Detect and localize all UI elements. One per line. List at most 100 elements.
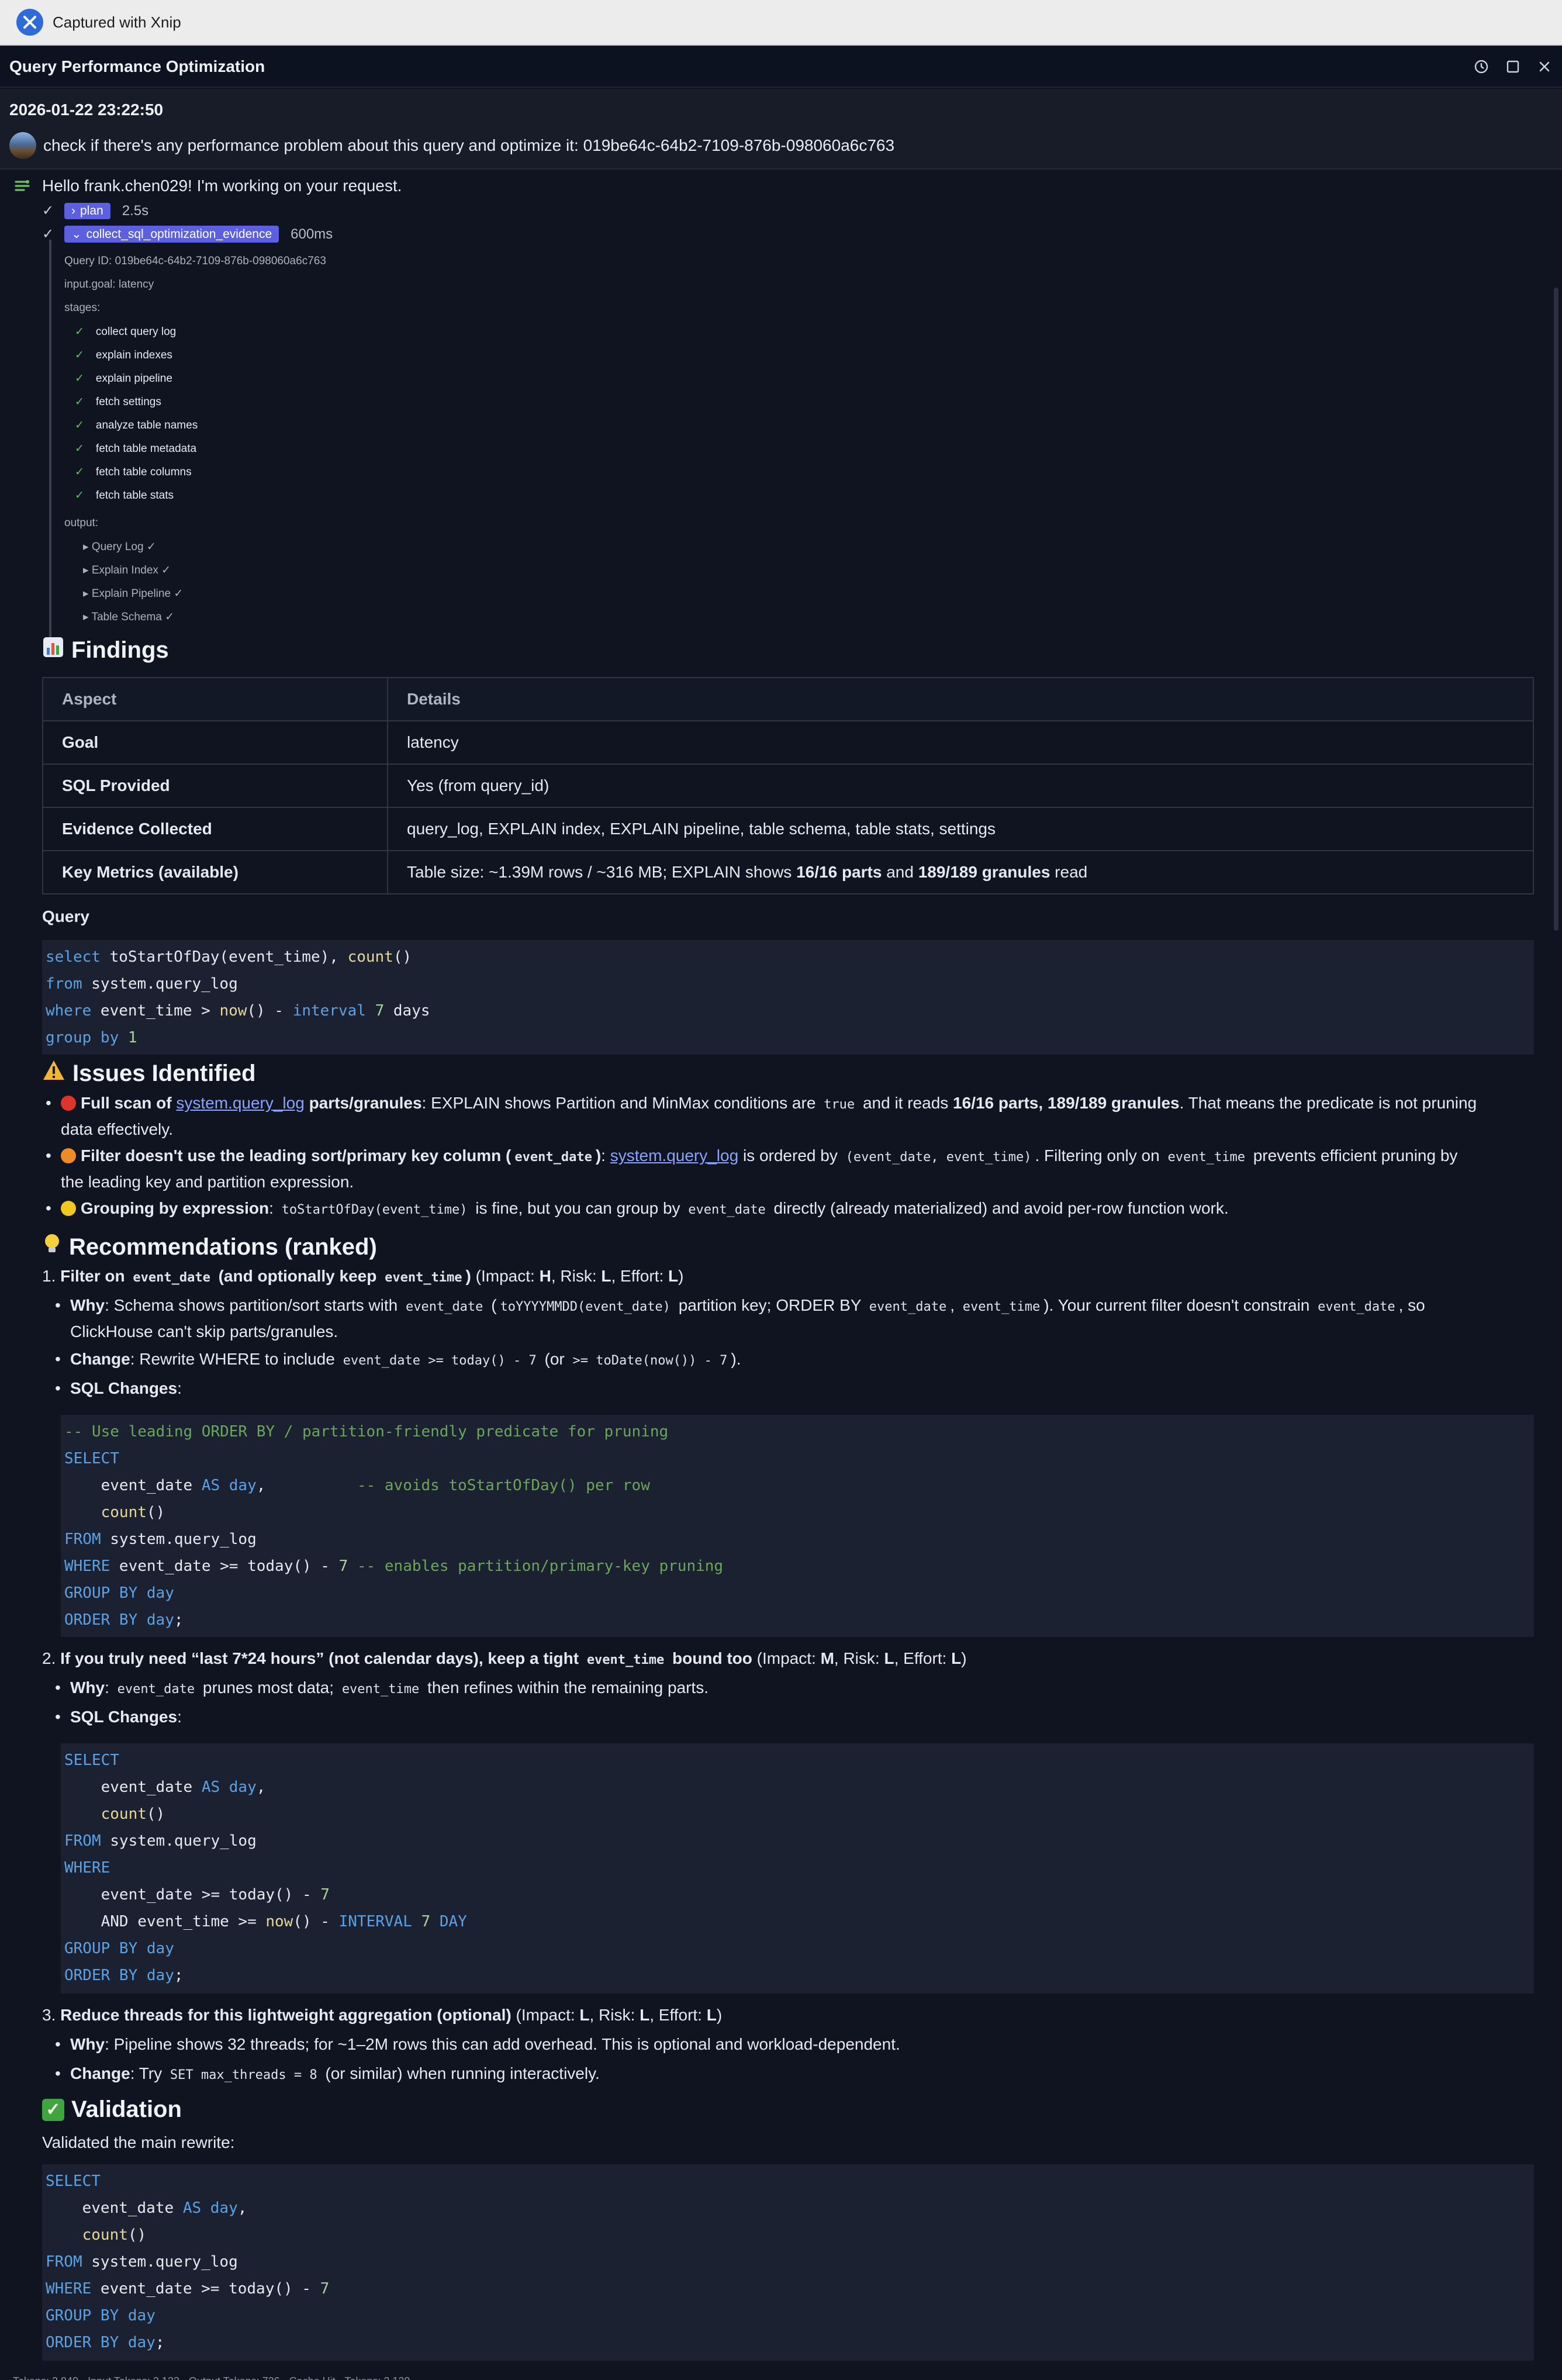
yellow-circle-icon [61, 1201, 76, 1216]
output-label: output: [64, 517, 99, 529]
check-icon: ✓ [75, 466, 84, 478]
chevron-down-icon: ⌄ [71, 227, 82, 241]
aspect-cell: Goal [42, 720, 388, 765]
step-collect-evidence[interactable]: ✓ ⌄ collect_sql_optimization_evidence 600… [42, 226, 333, 243]
rec-2-heading: 2. If you truly need “last 7*24 hours” (… [42, 1649, 967, 1667]
query-code-block: select toStartOfDay(event_time), count()… [42, 940, 1534, 1055]
table-header: Details [387, 677, 1534, 721]
assistant-greeting: Hello frank.chen029! I'm working on your… [13, 177, 402, 195]
stage-item: ✓ fetch table metadata [75, 443, 197, 455]
stage-item: ✓ explain indexes [75, 349, 172, 361]
rec-1-sql-label: SQL Changes: [55, 1376, 1532, 1401]
xnip-logo-icon [16, 9, 43, 36]
step-duration: 2.5s [122, 202, 149, 219]
rec-1-change: Change: Rewrite WHERE to include event_d… [55, 1347, 1532, 1373]
check-icon: ✓ [75, 419, 84, 431]
issue-item: Filter doesn't use the leading sort/prim… [46, 1144, 1534, 1194]
stages-label: stages: [64, 302, 101, 314]
check-icon: ✓ [75, 349, 84, 361]
details-cell: Table size: ~1.39M rows / ~316 MB; EXPLA… [387, 850, 1534, 894]
stage-item: ✓ fetch table stats [75, 489, 174, 502]
table-row: Key Metrics (available) Table size: ~1.3… [42, 850, 1534, 894]
scrollbar[interactable] [1554, 288, 1558, 931]
chart-icon [42, 636, 64, 664]
step-duration: 600ms [291, 226, 333, 242]
table-header: Aspect [42, 677, 388, 721]
warning-icon [42, 1059, 65, 1087]
table-link[interactable]: system.query_log [610, 1146, 738, 1165]
rec-3-change: Change: Try SET max_threads = 8 (or simi… [55, 2061, 1532, 2088]
avatar [9, 132, 36, 159]
issues-title: Issues Identified [72, 1060, 256, 1086]
rec-1-code-block: -- Use leading ORDER BY / partition-frie… [61, 1415, 1534, 1637]
validation-title: Validation [71, 2096, 182, 2122]
step-tag[interactable]: ⌄ collect_sql_optimization_evidence [64, 226, 279, 243]
step-plan[interactable]: ✓ › plan 2.5s [42, 202, 148, 219]
aspect-cell: Key Metrics (available) [42, 850, 388, 894]
history-icon[interactable] [1473, 58, 1490, 75]
findings-title: Findings [71, 637, 169, 663]
user-message: check if there's any performance problem… [9, 132, 894, 159]
capture-bar: Captured with Xnip [0, 0, 1562, 46]
issues-heading: Issues Identified [42, 1059, 255, 1087]
user-message-text: check if there's any performance problem… [43, 136, 895, 154]
findings-table: Aspect Details Goal latency SQL Provided Y… [42, 677, 1534, 894]
output-query-log[interactable]: ▸ Query Log ✓ [83, 540, 156, 554]
issue-item: Full scan of system.query_log parts/gran… [46, 1091, 1534, 1142]
query-id: Query ID: 019be64c-64b2-7109-876b-098060… [64, 255, 326, 267]
step-label: collect_sql_optimization_evidence [86, 227, 272, 241]
rec-2-why: Why: event_date prunes most data; event_… [55, 1676, 1532, 1702]
output-explain-pipeline[interactable]: ▸ Explain Pipeline ✓ [83, 587, 183, 600]
rec-2-code-block: SELECT event_date AS day, count() FROM s… [61, 1743, 1534, 1994]
findings-heading: Findings [42, 636, 169, 664]
check-icon: ✓ [75, 396, 84, 408]
timestamp: 2026-01-22 23:22:50 [9, 101, 164, 119]
window-title: Query Performance Optimization [9, 57, 265, 75]
chevron-right-icon: › [71, 203, 75, 217]
output-table-schema[interactable]: ▸ Table Schema ✓ [83, 610, 174, 624]
stage-item: ✓ fetch settings [75, 396, 161, 408]
close-icon[interactable] [1536, 58, 1553, 75]
red-circle-icon [61, 1096, 76, 1111]
validation-heading: ✓ Validation [42, 2096, 182, 2123]
step-tag[interactable]: › plan [64, 202, 110, 219]
conversation-header: 2026-01-22 23:22:50 check if there's any… [0, 89, 1562, 170]
query-label: Query [42, 907, 89, 925]
aspect-cell: SQL Provided [42, 764, 388, 808]
aspect-cell: Evidence Collected [42, 807, 388, 851]
capture-label: Captured with Xnip [53, 13, 181, 31]
check-icon: ✓ [75, 443, 84, 455]
tree-line [49, 240, 51, 637]
rec-1-heading: 1. Filter on event_date (and optionally … [42, 1267, 684, 1285]
rec-2-sql-label: SQL Changes: [55, 1705, 1532, 1729]
check-icon: ✓ [42, 203, 54, 219]
details-cell: query_log, EXPLAIN index, EXPLAIN pipeli… [387, 807, 1534, 851]
validation-text: Validated the main rewrite: [42, 2133, 235, 2151]
orange-circle-icon [61, 1148, 76, 1163]
maximize-icon[interactable] [1505, 58, 1521, 75]
agent-icon [13, 177, 32, 195]
table-link[interactable]: system.query_log [176, 1094, 304, 1112]
recommendations-title: Recommendations (ranked) [69, 1234, 377, 1260]
stage-item: ✓ fetch table columns [75, 466, 192, 478]
input-goal: input.goal: latency [64, 278, 154, 291]
token-footer: Tokens: 2,849 · Input Tokens: 2,123 · Ou… [13, 2375, 410, 2380]
output-explain-index[interactable]: ▸ Explain Index ✓ [83, 564, 171, 577]
issue-item: Grouping by expression: toStartOfDay(eve… [46, 1196, 1534, 1222]
check-icon: ✓ [75, 372, 84, 385]
details-cell: Yes (from query_id) [387, 764, 1534, 808]
stage-item: ✓ collect query log [75, 326, 177, 338]
check-icon: ✓ [75, 326, 84, 338]
stage-item: ✓ analyze table names [75, 419, 198, 431]
rec-3-why: Why: Pipeline shows 32 threads; for ~1–2… [55, 2032, 1532, 2057]
table-row: Goal latency [42, 720, 1534, 765]
checkbox-icon: ✓ [42, 2098, 64, 2121]
greeting-text: Hello frank.chen029! I'm working on your… [42, 177, 402, 195]
check-icon: ✓ [75, 489, 84, 502]
details-cell: latency [387, 720, 1534, 765]
recommendations-heading: Recommendations (ranked) [42, 1232, 377, 1262]
bulb-icon [42, 1232, 62, 1262]
table-row: Evidence Collected query_log, EXPLAIN ind… [42, 807, 1534, 851]
table-row: SQL Provided Yes (from query_id) [42, 764, 1534, 808]
window-title-bar: Query Performance Optimization [0, 47, 1562, 88]
